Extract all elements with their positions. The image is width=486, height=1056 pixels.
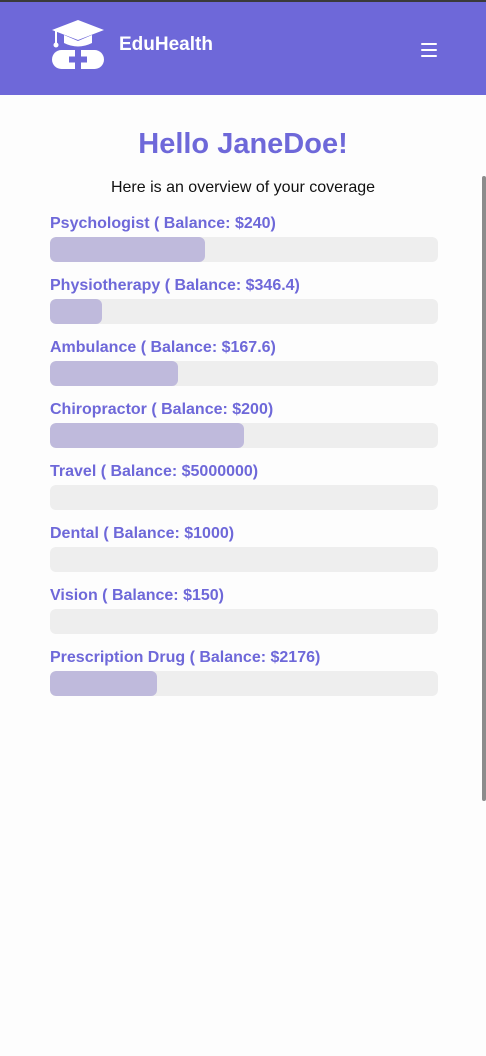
coverage-label: Physiotherapy ( Balance: $346.4)	[50, 277, 300, 294]
app-header: EduHealth	[0, 2, 486, 95]
coverage-progress-bar	[50, 237, 438, 262]
coverage-item-physiotherapy: Physiotherapy ( Balance: $346.4)	[50, 275, 438, 337]
coverage-progress-bar	[50, 609, 438, 634]
coverage-progress-bar	[50, 485, 438, 510]
graduation-cap-health-icon[interactable]	[50, 18, 106, 70]
coverage-progress-fill	[50, 671, 157, 696]
greeting-title: Hello JaneDoe!	[138, 128, 348, 160]
coverage-subtitle: Here is an overview of your coverage	[110, 179, 376, 196]
coverage-progress-bar	[50, 547, 438, 572]
coverage-progress-bar	[50, 671, 438, 696]
coverage-progress-fill	[50, 299, 103, 324]
coverage-item-chiropractor: Chiropractor ( Balance: $200)	[50, 399, 438, 461]
page-scrollbar[interactable]	[482, 176, 486, 801]
coverage-progress-fill	[50, 361, 179, 386]
coverage-list: Psychologist ( Balance: $240) Physiother…	[50, 213, 438, 709]
coverage-item-psychologist: Psychologist ( Balance: $240)	[50, 213, 438, 275]
coverage-label: Travel ( Balance: $5000000)	[50, 463, 259, 480]
coverage-progress-bar	[50, 299, 438, 324]
coverage-label: Chiropractor ( Balance: $200)	[50, 401, 274, 418]
coverage-progress-fill	[50, 237, 206, 262]
coverage-item-ambulance: Ambulance ( Balance: $167.6)	[50, 337, 438, 399]
coverage-label: Prescription Drug ( Balance: $2176)	[50, 649, 321, 666]
coverage-label: Dental ( Balance: $1000)	[50, 525, 235, 542]
hamburger-menu-icon[interactable]	[419, 39, 441, 61]
brand-name[interactable]: EduHealth	[119, 34, 213, 56]
coverage-item-vision: Vision ( Balance: $150)	[50, 585, 438, 647]
coverage-label: Ambulance ( Balance: $167.6)	[50, 339, 276, 356]
coverage-progress-bar	[50, 423, 438, 448]
coverage-progress-fill	[50, 423, 244, 448]
coverage-item-travel: Travel ( Balance: $5000000)	[50, 461, 438, 523]
coverage-item-prescription-drug: Prescription Drug ( Balance: $2176)	[50, 647, 438, 709]
coverage-label: Vision ( Balance: $150)	[50, 587, 224, 604]
coverage-item-dental: Dental ( Balance: $1000)	[50, 523, 438, 585]
main-content: Hello JaneDoe! Here is an overview of yo…	[0, 95, 486, 1056]
coverage-progress-bar	[50, 361, 438, 386]
coverage-label: Psychologist ( Balance: $240)	[50, 215, 276, 232]
